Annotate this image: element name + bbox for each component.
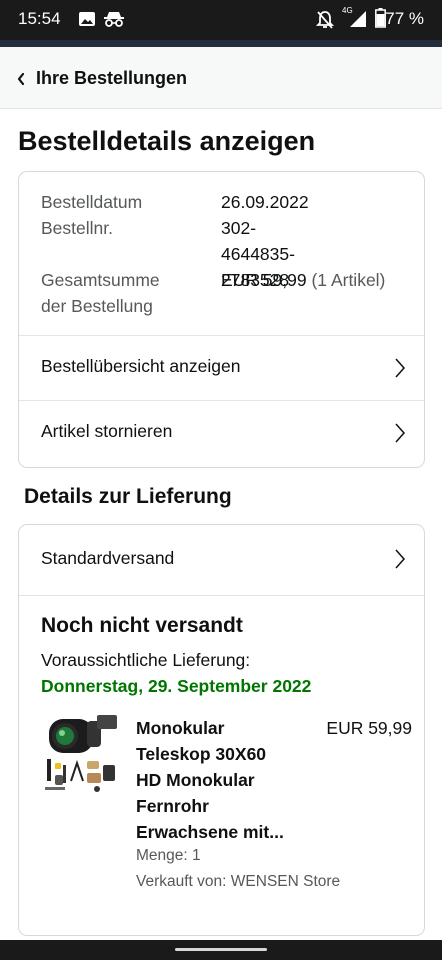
chevron-right-icon (394, 357, 406, 384)
product-title-line: Erwachsene mit... (136, 822, 284, 842)
order-total-value: EUR 59,99 (1 Artikel) (221, 267, 385, 293)
order-number-row: Bestellnr. 302-4644835- 2783528 (41, 215, 295, 290)
delivery-card: Standardversand Noch nicht versandt Vora… (18, 524, 425, 936)
chevron-left-icon[interactable] (16, 72, 26, 91)
product-image[interactable] (41, 711, 119, 795)
shipping-method-link[interactable]: Standardversand (19, 525, 424, 595)
incognito-icon (103, 10, 125, 33)
order-date-value: 26.09.2022 (221, 192, 309, 212)
signal-icon (349, 10, 367, 33)
eta-date: Donnerstag, 29. September 2022 (41, 676, 312, 696)
order-date-label: Bestelldatum (41, 192, 143, 212)
page-title: Bestelldetails anzeigen (18, 126, 316, 156)
order-summary-card: Bestelldatum 26.09.2022 Bestellnr. 302-4… (18, 171, 425, 468)
status-time: 15:54 (18, 9, 61, 28)
cancel-items-link[interactable]: Artikel stornieren (19, 401, 424, 465)
order-total-label-line1: Gesamtsumme (41, 270, 160, 290)
order-number-line1: 302-4644835- (221, 218, 295, 264)
product-quantity: Menge: 1 (136, 847, 201, 864)
product-title-line: Monokular (136, 718, 225, 738)
cancel-items-label: Artikel stornieren (41, 421, 173, 441)
chevron-right-icon (394, 422, 406, 449)
shipping-method-label: Standardversand (41, 548, 175, 568)
product-title-line: Teleskop 30X60 (136, 744, 267, 764)
notifications-off-icon (315, 10, 335, 35)
order-total-amount: EUR 59,99 (221, 270, 307, 290)
product-seller: Verkauft von: WENSEN Store (136, 873, 341, 890)
product-price: EUR 59,99 (326, 718, 412, 738)
order-total-items: (1 Artikel) (311, 270, 386, 290)
product-title-line: Fernrohr (136, 796, 209, 816)
system-nav-bar (0, 940, 442, 960)
product-title-line: HD Monokular (136, 770, 255, 790)
image-icon (78, 10, 96, 33)
eta-label: Voraussichtliche Lieferung: (41, 650, 251, 670)
product-title[interactable]: Monokular Teleskop 30X60 HD Monokular Fe… (136, 715, 311, 845)
order-number-label: Bestellnr. (41, 218, 113, 238)
nav-bar: Ihre Bestellungen (0, 47, 442, 109)
back-link[interactable]: Ihre Bestellungen (36, 68, 187, 89)
shipment-status: Noch nicht versandt (41, 614, 243, 637)
order-total-label: Gesamtsumme der Bestellung (41, 267, 201, 319)
view-order-summary-label: Bestellübersicht anzeigen (41, 356, 241, 376)
status-bar: 15:54 4G 77 % (0, 0, 442, 40)
battery-percent: 77 % (385, 9, 424, 28)
delivery-heading: Details zur Lieferung (24, 485, 232, 508)
home-gesture-handle[interactable] (175, 948, 267, 951)
chevron-right-icon (394, 548, 406, 575)
order-date-row: Bestelldatum 26.09.2022 (41, 189, 309, 215)
divider (19, 595, 424, 596)
accent-bar (0, 40, 442, 47)
order-total-row: Gesamtsumme der Bestellung EUR 59,99 (1 … (41, 267, 385, 319)
view-order-summary-link[interactable]: Bestellübersicht anzeigen (19, 336, 424, 400)
order-total-label-line2: der Bestellung (41, 296, 153, 316)
